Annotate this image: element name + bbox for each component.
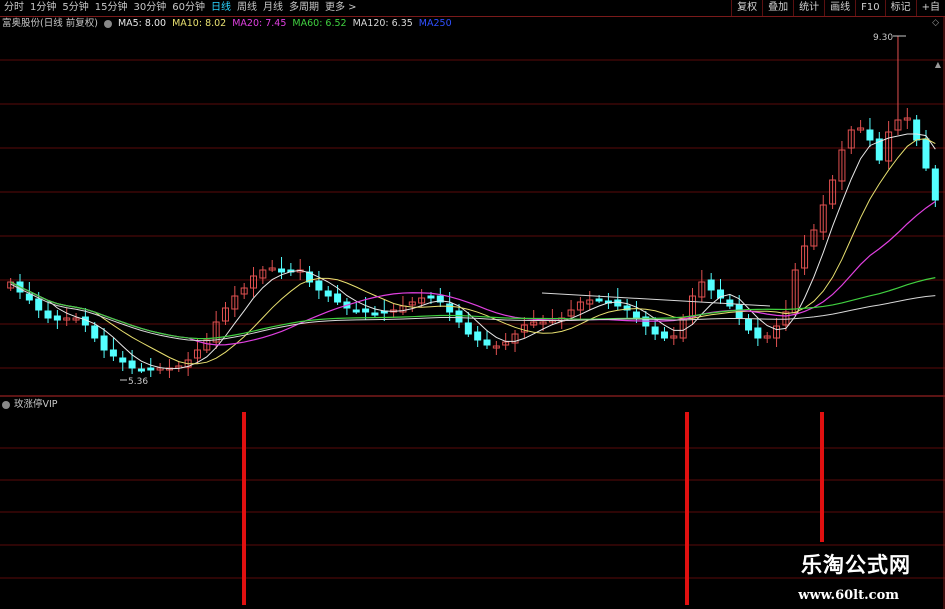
candle-body (913, 119, 921, 141)
candle-body (109, 349, 117, 357)
watermark-title: 乐淘公式网 (801, 553, 911, 577)
ma60-line (10, 277, 936, 340)
indicator-settings-icon[interactable] (2, 401, 10, 409)
drawn-trend-line (541, 292, 771, 307)
candle-body (707, 279, 715, 291)
ma20-line (10, 200, 936, 346)
candle-body (866, 129, 874, 141)
candle-body (371, 312, 379, 316)
candle-body (651, 326, 659, 335)
watermark-url: www.60lt.com (798, 588, 899, 603)
min-price-label: 5.36 (128, 377, 149, 387)
candle-body (614, 299, 622, 307)
candle-body (324, 290, 332, 297)
candle-body (352, 309, 360, 313)
candle-body (119, 357, 127, 363)
candle-body (754, 327, 762, 339)
max-price-label: 9.30 (873, 33, 894, 43)
ma5-line (10, 133, 936, 370)
candle-body (362, 308, 370, 313)
candle-body (128, 360, 136, 369)
candle-body (91, 325, 99, 339)
candle-body (100, 335, 108, 351)
candle-body (137, 368, 145, 372)
candle-body (483, 339, 491, 346)
ma120-line (10, 283, 936, 342)
candle-body (922, 138, 930, 169)
candle-body (455, 310, 463, 323)
kline-chart[interactable] (0, 0, 945, 609)
indicator-label: 玫涨停VIP (2, 399, 58, 411)
candle-body (446, 303, 454, 313)
candle-body (147, 367, 155, 371)
candle-body (474, 331, 482, 341)
candle-body (315, 280, 323, 291)
indicator-name: 玫涨停VIP (14, 399, 58, 410)
candle-body (660, 331, 668, 339)
signal-bar-2 (820, 412, 824, 542)
candle-body (44, 310, 52, 319)
candle-body (745, 318, 753, 331)
candle-body (726, 299, 734, 307)
signal-bar-0 (242, 412, 246, 605)
candle-body (632, 311, 640, 319)
ma10-line (10, 138, 936, 365)
candle-body (931, 168, 939, 201)
candle-body (35, 298, 43, 311)
candle-body (278, 268, 286, 273)
candle-body (427, 295, 435, 299)
candle-body (464, 322, 472, 335)
signal-bar-1 (685, 412, 689, 605)
candle-body (53, 315, 61, 321)
candle-body (334, 293, 342, 303)
candle-body (595, 298, 603, 302)
